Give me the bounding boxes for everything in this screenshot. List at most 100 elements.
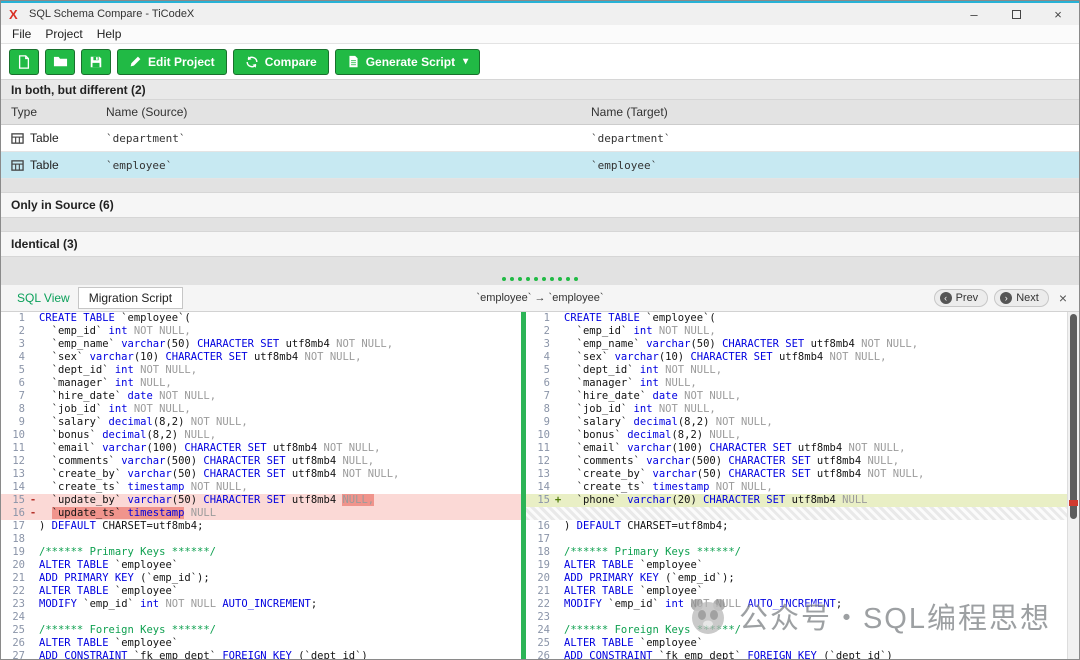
prev-label: Prev (956, 292, 979, 304)
edit-project-label: Edit Project (148, 55, 215, 69)
diff-left-pane: 1CREATE TABLE `employee`(2 `emp_id` int … (1, 312, 521, 659)
code-line: 23 (526, 611, 1067, 624)
table-icon (11, 132, 24, 145)
generate-script-button[interactable]: Generate Script ▾ (335, 49, 480, 75)
new-project-button[interactable] (9, 49, 39, 75)
save-icon (89, 55, 103, 69)
table-row[interactable]: Table `department` `department` (1, 125, 1079, 152)
vertical-scrollbar[interactable] (1067, 312, 1079, 659)
code-line: 12 `comments` varchar(500) CHARACTER SET… (526, 455, 1067, 468)
code-line: 9 `salary` decimal(8,2) NOT NULL, (526, 416, 1067, 429)
table-row[interactable]: Table `employee` `employee` (1, 152, 1079, 179)
row-type-label: Table (30, 158, 59, 172)
code-line: 3 `emp_name` varchar(50) CHARACTER SET u… (526, 338, 1067, 351)
code-line: 21ADD PRIMARY KEY (`emp_id`); (1, 572, 521, 585)
menu-bar: File Project Help (1, 25, 1079, 44)
code-line: 1CREATE TABLE `employee`( (526, 312, 1067, 325)
table-icon (11, 159, 24, 172)
code-line: 23MODIFY `emp_id` int NOT NULL AUTO_INCR… (1, 598, 521, 611)
tab-migration-script[interactable]: Migration Script (78, 287, 183, 309)
menu-project[interactable]: Project (38, 27, 89, 41)
code-line: 4 `sex` varchar(10) CHARACTER SET utf8mb… (1, 351, 521, 364)
app-logo-icon: X (9, 7, 25, 22)
menu-help[interactable]: Help (90, 27, 129, 41)
code-line: 5 `dept_id` int NOT NULL, (526, 364, 1067, 377)
row-type-cell: Table (1, 131, 106, 145)
prev-diff-button[interactable]: ‹ Prev (934, 289, 989, 307)
code-line: 15+ `phone` varchar(20) CHARACTER SET ut… (526, 494, 1067, 507)
code-line: 17) DEFAULT CHARSET=utf8mb4; (1, 520, 521, 533)
next-label: Next (1016, 292, 1039, 304)
close-button[interactable]: × (1037, 3, 1079, 25)
tab-sql-view[interactable]: SQL View (9, 288, 78, 308)
code-line: 7 `hire_date` date NOT NULL, (526, 390, 1067, 403)
row-target-name: `department` (591, 132, 1079, 145)
code-line: 2 `emp_id` int NOT NULL, (1, 325, 521, 338)
section-identical-title: Identical (3) (11, 237, 78, 251)
code-line: 7 `hire_date` date NOT NULL, (1, 390, 521, 403)
code-line: 8 `job_id` int NOT NULL, (526, 403, 1067, 416)
code-line: 18/****** Primary Keys ******/ (526, 546, 1067, 559)
code-line: 11 `email` varchar(100) CHARACTER SET ut… (526, 442, 1067, 455)
code-line: 24/****** Foreign Keys ******/ (526, 624, 1067, 637)
menu-file[interactable]: File (5, 27, 38, 41)
code-line: 11 `email` varchar(100) CHARACTER SET ut… (1, 442, 521, 455)
code-line: 15- `update_by` varchar(50) CHARACTER SE… (1, 494, 521, 507)
section-header-different[interactable]: In both, but different (2) (1, 79, 1079, 100)
code-line: 10 `bonus` decimal(8,2) NULL, (526, 429, 1067, 442)
comparison-column-header: Type Name (Source) Name (Target) (1, 100, 1079, 125)
code-line: 27ADD CONSTRAINT `fk_emp_dept` FOREIGN K… (1, 650, 521, 659)
column-name-source: Name (Source) (106, 105, 591, 119)
code-line (526, 507, 1067, 520)
toolbar: Edit Project Compare Generate Script ▾ (1, 44, 1079, 79)
new-file-icon (17, 55, 31, 69)
window-controls: – × (953, 3, 1079, 25)
open-folder-icon (53, 54, 68, 69)
panel-spacer (1, 257, 1079, 285)
diff-right-pane: 1CREATE TABLE `employee`(2 `emp_id` int … (526, 312, 1067, 659)
next-diff-button[interactable]: › Next (994, 289, 1049, 307)
code-line: 2 `emp_id` int NOT NULL, (526, 325, 1067, 338)
section-header-identical[interactable]: Identical (3) (1, 231, 1079, 257)
column-type: Type (1, 105, 106, 119)
compare-sync-icon (245, 55, 259, 69)
minimize-button[interactable]: – (953, 3, 995, 25)
code-line: 20ALTER TABLE `employee` (1, 559, 521, 572)
open-project-button[interactable] (45, 49, 75, 75)
close-diff-icon[interactable]: × (1055, 290, 1071, 306)
section-gap (1, 218, 1079, 231)
prev-arrow-icon: ‹ (940, 292, 952, 304)
code-line: 21ALTER TABLE `employee` (526, 585, 1067, 598)
code-line: 4 `sex` varchar(10) CHARACTER SET utf8mb… (526, 351, 1067, 364)
comparison-rows: Table `department` `department` Table `e… (1, 125, 1079, 179)
compare-button[interactable]: Compare (233, 49, 329, 75)
save-project-button[interactable] (81, 49, 111, 75)
section-different-title: In both, but different (2) (11, 83, 146, 97)
scrollbar-thumb[interactable] (1070, 314, 1077, 519)
script-file-icon (347, 55, 360, 68)
code-line: 19/****** Primary Keys ******/ (1, 546, 521, 559)
section-only-source-title: Only in Source (6) (11, 198, 114, 212)
code-line: 25ALTER TABLE `employee` (526, 637, 1067, 650)
code-line: 19ALTER TABLE `employee` (526, 559, 1067, 572)
code-line: 6 `manager` int NULL, (1, 377, 521, 390)
compare-label: Compare (265, 55, 317, 69)
code-line: 14 `create_ts` timestamp NOT NULL, (526, 481, 1067, 494)
code-line: 20ADD PRIMARY KEY (`emp_id`); (526, 572, 1067, 585)
splitter-handle[interactable] (502, 277, 578, 281)
window-title: SQL Schema Compare - TiCodeX (29, 8, 194, 20)
diff-tab-bar: SQL View Migration Script `employee` → `… (1, 285, 1079, 312)
scrollbar-diff-marker (1069, 500, 1078, 506)
code-line: 10 `bonus` decimal(8,2) NULL, (1, 429, 521, 442)
chevron-down-icon: ▾ (463, 56, 468, 67)
section-header-only-source[interactable]: Only in Source (6) (1, 192, 1079, 218)
code-line: 9 `salary` decimal(8,2) NOT NULL, (1, 416, 521, 429)
maximize-button[interactable] (995, 3, 1037, 25)
code-line: 6 `manager` int NULL, (526, 377, 1067, 390)
code-line: 1CREATE TABLE `employee`( (1, 312, 521, 325)
section-gap (1, 179, 1079, 192)
edit-project-button[interactable]: Edit Project (117, 49, 227, 75)
code-line: 26ADD CONSTRAINT `fk_emp_dept` FOREIGN K… (526, 650, 1067, 659)
title-bar: X SQL Schema Compare - TiCodeX – × (1, 1, 1079, 25)
code-line: 14 `create_ts` timestamp NOT NULL, (1, 481, 521, 494)
